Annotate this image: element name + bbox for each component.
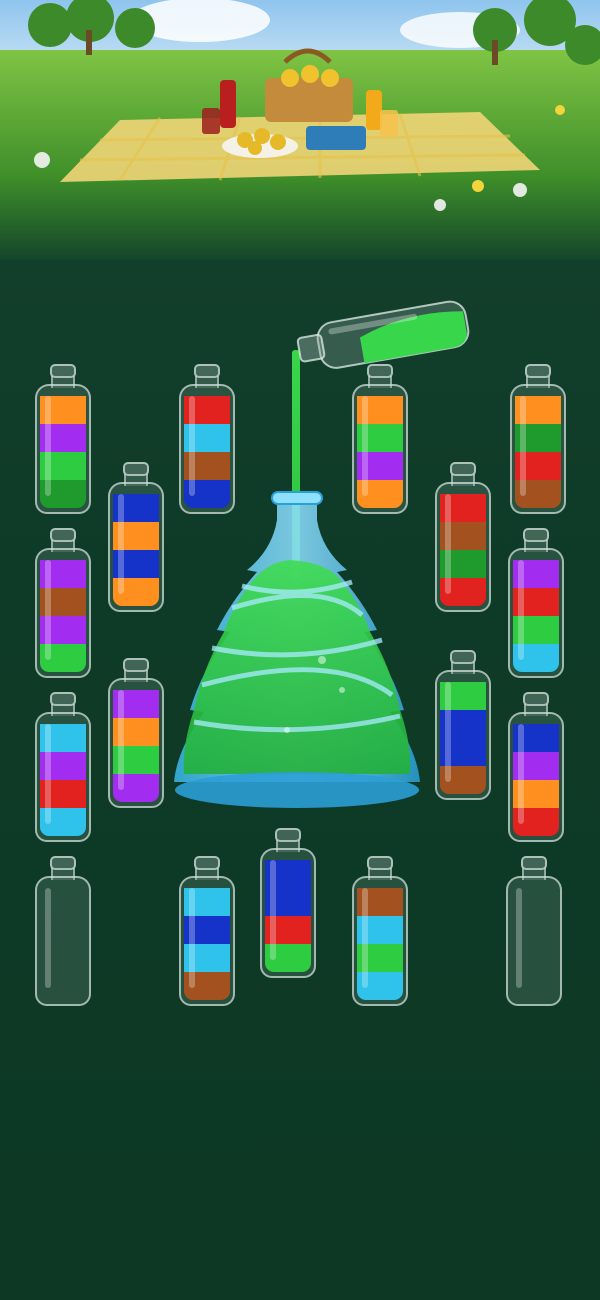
glass-shine [118,494,124,594]
bottle-6[interactable] [435,462,491,612]
picnic-blanket [60,112,540,182]
bottle-10[interactable] [435,650,491,800]
glass-shine [362,888,368,988]
bottle-9[interactable] [108,658,164,808]
bottle-7[interactable] [35,528,91,678]
tree-flask[interactable] [172,490,422,820]
bottle-body [260,848,316,978]
bottle-body [508,548,564,678]
bottle-body [435,670,491,800]
glass-shine [445,682,451,782]
bottle-body [435,482,491,612]
glass-shine [518,560,524,660]
glass-shine [45,888,51,988]
glass-shine [45,560,51,660]
glass-shine [520,396,526,496]
glass-shine [445,494,451,594]
bottle-4[interactable] [510,364,566,514]
bottle-body [179,876,235,1006]
bottle-body [35,712,91,842]
bottle-16[interactable] [352,856,408,1006]
food-box [306,126,366,150]
bottle-body [108,678,164,808]
glass-shine [516,888,522,988]
glass-shine [45,396,51,496]
glass-shine [189,396,195,496]
glass-shine [270,860,276,960]
picnic-scene-illustration [0,0,600,260]
juice-bottle [220,80,236,128]
bottle-body [352,876,408,1006]
bottle-body [108,482,164,612]
glass-shine [362,396,368,496]
bottle-body [35,548,91,678]
glass-shine [518,724,524,824]
bottle-body [35,876,91,1006]
bottle-5[interactable] [108,462,164,612]
bottle-11[interactable] [35,692,91,842]
bottle-1[interactable] [35,364,91,514]
bottle-13[interactable] [35,856,91,1006]
bottle-15[interactable] [179,856,235,1006]
glass-shine [45,724,51,824]
bottle-12[interactable] [508,692,564,842]
bottle-body [506,876,562,1006]
bottle-14[interactable] [260,828,316,978]
pouring-bottle[interactable] [290,296,470,376]
bottle-body [510,384,566,514]
glass-shine [189,888,195,988]
bottle-body [508,712,564,842]
bottle-8[interactable] [508,528,564,678]
bottle-17[interactable] [506,856,562,1006]
glass-shine [118,690,124,790]
bottle-body [35,384,91,514]
